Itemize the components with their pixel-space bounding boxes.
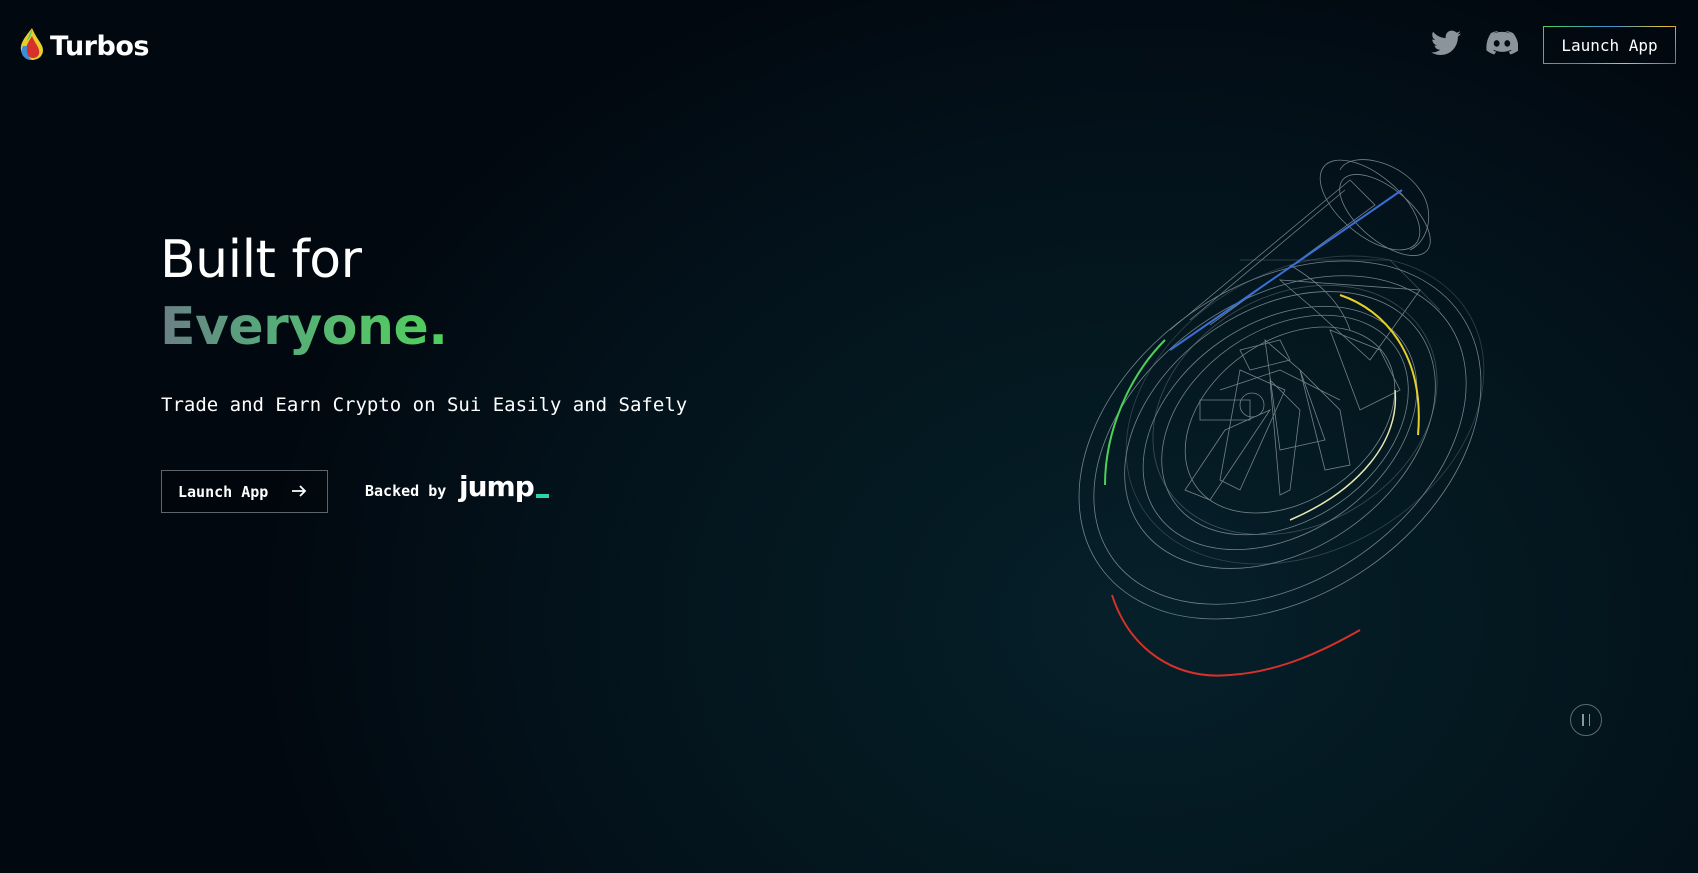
- hero-heading: Built for Everyone.: [160, 228, 448, 362]
- backed-by-label: Backed by: [365, 482, 447, 500]
- turbo-wireframe-icon: [1040, 110, 1600, 730]
- brand-name: Turbos: [50, 31, 149, 62]
- hero-launch-app-button[interactable]: Launch App: [161, 470, 328, 513]
- flame-logo-icon: [18, 26, 46, 67]
- hero-launch-label: Launch App: [178, 482, 269, 501]
- jump-logo[interactable]: jump: [459, 470, 549, 503]
- jump-underscore-mark: [535, 494, 549, 498]
- site-header: Turbos Launch App: [0, 0, 1698, 90]
- pause-icon: [1580, 714, 1593, 726]
- discord-icon: [1486, 30, 1519, 61]
- header-launch-app-button[interactable]: Launch App: [1543, 26, 1676, 64]
- discord-link[interactable]: [1485, 28, 1519, 62]
- hero-title-line1: Built for: [160, 230, 362, 290]
- twitter-link[interactable]: [1429, 28, 1463, 62]
- twitter-icon: [1431, 30, 1461, 61]
- hero-title-line2: Everyone.: [160, 292, 448, 362]
- brand-logo[interactable]: Turbos: [18, 26, 149, 67]
- hero-subtitle: Trade and Earn Crypto on Sui Easily and …: [161, 394, 688, 416]
- jump-logo-text: jump: [459, 470, 535, 503]
- arrow-right-icon: [291, 483, 307, 503]
- pause-animation-button[interactable]: [1570, 704, 1602, 736]
